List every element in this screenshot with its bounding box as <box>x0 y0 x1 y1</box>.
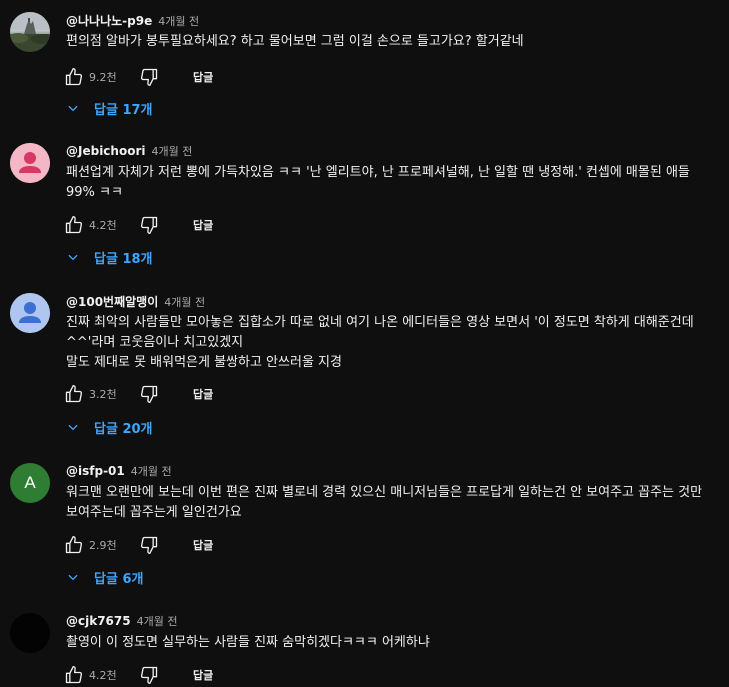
default-user-icon <box>10 143 50 183</box>
comment-text: 진짜 최악의 사람들만 모아놓은 집합소가 따로 없네 여기 나온 에디터들은 … <box>66 315 694 370</box>
dislike-button[interactable] <box>137 533 161 557</box>
chevron-down-icon <box>66 420 80 434</box>
replies-count: 답글 18개 <box>94 251 153 267</box>
like-button[interactable] <box>62 663 86 687</box>
reply-button[interactable]: 답글 <box>193 217 213 233</box>
thumbs-down-icon <box>140 536 158 554</box>
avatar[interactable] <box>10 293 50 333</box>
comment-actions: 4.2천 답글 <box>62 213 213 237</box>
like-button[interactable] <box>62 213 86 237</box>
thumbs-down-icon <box>140 666 158 684</box>
comment-author[interactable]: @cjk7675 <box>66 614 131 628</box>
comment-time[interactable]: 4개월 전 <box>151 143 192 159</box>
comment-actions: 2.9천 답글 <box>62 533 213 557</box>
replies-count: 답글 6개 <box>94 571 144 587</box>
comment-header: @isfp-01 4개월 전 <box>66 463 172 481</box>
comment-author[interactable]: @Jebichoori <box>66 144 145 158</box>
comment-header: @Jebichoori 4개월 전 <box>66 143 192 161</box>
thumbs-up-icon <box>65 536 83 554</box>
reply-button[interactable]: 답글 <box>193 667 213 683</box>
chevron-down-icon <box>66 570 80 584</box>
dislike-button[interactable] <box>137 663 161 687</box>
comment-text: 촬영이 이 정도면 실무하는 사람들 진짜 숨막히겠다ㅋㅋㅋ 어케하냐 <box>66 635 430 650</box>
comment-actions: 9.2천 답글 <box>62 65 213 89</box>
like-button[interactable] <box>62 65 86 89</box>
comment-text: 편의점 알바가 봉투필요하세요? 하고 물어보면 그럼 이걸 손으로 들고가요?… <box>66 34 524 49</box>
view-replies-button[interactable]: 답글 18개 <box>66 246 153 268</box>
comment-actions: 4.2천 답글 <box>62 663 213 687</box>
replies-count: 답글 20개 <box>94 421 153 437</box>
like-button[interactable] <box>62 382 86 406</box>
avatar-letter: A <box>24 473 36 492</box>
replies-count: 답글 17개 <box>94 102 153 118</box>
dislike-button[interactable] <box>137 382 161 406</box>
avatar[interactable]: A <box>10 463 50 503</box>
like-count: 4.2천 <box>89 219 117 232</box>
landscape-photo-icon <box>10 12 50 52</box>
view-replies-button[interactable]: 답글 6개 <box>66 566 143 588</box>
dislike-button[interactable] <box>137 213 161 237</box>
reply-button[interactable]: 답글 <box>193 537 213 553</box>
view-replies-button[interactable]: 답글 17개 <box>66 97 153 119</box>
avatar[interactable] <box>10 613 50 653</box>
comment-header: @나나나노-p9e 4개월 전 <box>66 12 199 30</box>
reply-button[interactable]: 답글 <box>193 386 213 402</box>
chevron-down-icon <box>66 250 80 264</box>
thumbs-up-icon <box>65 216 83 234</box>
comment-author[interactable]: @100번째알맹이 <box>66 293 158 310</box>
like-count: 9.2천 <box>89 71 117 84</box>
avatar[interactable] <box>10 143 50 183</box>
comment-time[interactable]: 4개월 전 <box>131 463 172 479</box>
thumbs-up-icon <box>65 666 83 684</box>
like-count: 2.9천 <box>89 539 117 552</box>
like-button[interactable] <box>62 533 86 557</box>
dislike-button[interactable] <box>137 65 161 89</box>
comment-time[interactable]: 4개월 전 <box>158 13 199 29</box>
thumbs-up-icon <box>65 385 83 403</box>
comment-header: @100번째알맹이 4개월 전 <box>66 293 205 311</box>
chevron-down-icon <box>66 101 80 115</box>
comment-author[interactable]: @isfp-01 <box>66 464 125 478</box>
comment-time[interactable]: 4개월 전 <box>137 613 178 629</box>
comment-text: 패션업계 자체가 저런 뽕에 가득차있음 ㅋㅋ '난 엘리트야, 난 프로페셔널… <box>66 165 695 200</box>
comment-time[interactable]: 4개월 전 <box>164 294 205 310</box>
reply-button[interactable]: 답글 <box>193 69 213 85</box>
comment-text: 워크맨 오랜만에 보는데 이번 편은 진짜 별로네 경력 있으신 매니저님들은 … <box>66 485 707 520</box>
like-count: 3.2천 <box>89 388 117 401</box>
view-replies-button[interactable]: 답글 20개 <box>66 416 153 438</box>
comment-author[interactable]: @나나나노-p9e <box>66 12 152 29</box>
thumbs-up-icon <box>65 68 83 86</box>
thumbs-down-icon <box>140 68 158 87</box>
thumbs-down-icon <box>140 385 158 403</box>
thumbs-down-icon <box>140 216 158 234</box>
default-user-icon <box>10 293 50 333</box>
comment-actions: 3.2천 답글 <box>62 382 213 406</box>
avatar[interactable] <box>10 12 50 52</box>
comment-header: @cjk7675 4개월 전 <box>66 613 177 631</box>
like-count: 4.2천 <box>89 669 117 682</box>
